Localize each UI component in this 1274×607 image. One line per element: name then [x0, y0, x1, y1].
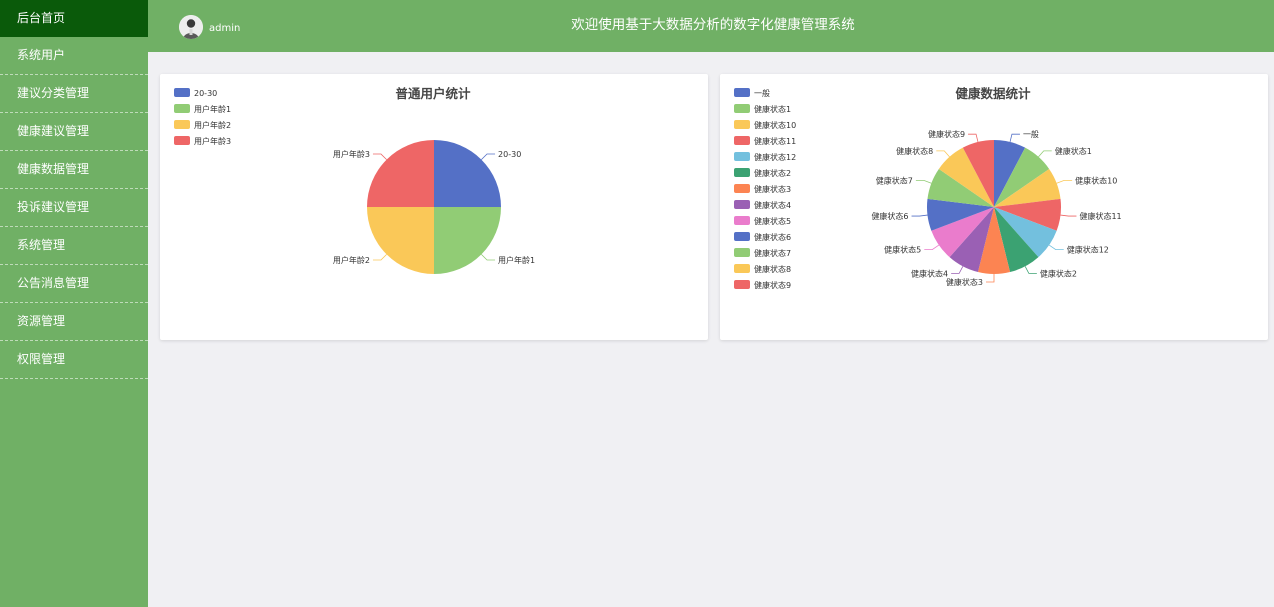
label-line	[481, 153, 496, 160]
legend-label[interactable]: 健康状态3	[754, 184, 791, 194]
label-line	[936, 150, 950, 158]
sidebar-item-3[interactable]: 健康建议管理	[0, 113, 148, 151]
slice-label: 健康状态8	[896, 146, 933, 156]
label-line	[372, 153, 387, 160]
legend-swatch[interactable]	[734, 168, 750, 177]
label-line	[924, 244, 940, 251]
sidebar: 后台首页 系统用户 建议分类管理 健康建议管理 健康数据管理 投诉建议管理 系统管理 公告消息…	[0, 0, 148, 607]
slice-label: 用户年龄1	[498, 255, 535, 265]
legend-swatch[interactable]	[734, 88, 750, 97]
label-line	[481, 254, 496, 261]
sidebar-item-4[interactable]: 健康数据管理	[0, 151, 148, 189]
slice-label: 健康状态9	[928, 129, 965, 139]
label-line	[951, 266, 964, 274]
legend-label[interactable]: 健康状态1	[754, 104, 791, 114]
legend-label[interactable]: 健康状态7	[754, 248, 791, 258]
label-line	[1024, 266, 1037, 274]
legend-swatch[interactable]	[734, 184, 750, 193]
sidebar-item-7[interactable]: 公告消息管理	[0, 265, 148, 303]
label-line	[1009, 133, 1020, 143]
label-line	[986, 274, 995, 283]
legend-label[interactable]: 20-30	[194, 89, 217, 98]
slice-label: 健康状态6	[871, 211, 908, 221]
slice-label: 健康状态11	[1079, 211, 1121, 221]
legend-swatch[interactable]	[174, 136, 190, 145]
legend-label[interactable]: 健康状态11	[754, 136, 796, 146]
label-line	[968, 133, 979, 143]
slice-label: 健康状态1	[1055, 146, 1092, 156]
sidebar-item-5[interactable]: 投诉建议管理	[0, 189, 148, 227]
user-stats-card: 普通用户统计 20-30 用户年龄1 用户年龄2 用户年龄3 20-30 用户年龄1 用户年龄…	[160, 74, 708, 340]
legend-swatch[interactable]	[734, 136, 750, 145]
slice-label: 20-30	[498, 150, 521, 159]
pie-slice[interactable]	[434, 207, 501, 274]
slice-label: 健康状态5	[884, 245, 921, 255]
sidebar-item-1[interactable]: 系统用户	[0, 37, 148, 75]
chart-title: 普通用户统计	[395, 86, 471, 101]
pie-slice[interactable]	[367, 207, 434, 274]
label-line	[1038, 150, 1052, 158]
legend-label[interactable]: 一般	[754, 88, 770, 98]
legend-swatch[interactable]	[734, 216, 750, 225]
legend-label[interactable]: 健康状态12	[754, 152, 796, 162]
legend-label[interactable]: 健康状态2	[754, 168, 791, 178]
legend-swatch[interactable]	[734, 280, 750, 289]
slice-label: 健康状态10	[1075, 175, 1117, 185]
legend-swatch[interactable]	[174, 88, 190, 97]
slice-label: 一般	[1023, 129, 1039, 139]
sidebar-item-2[interactable]: 建议分类管理	[0, 75, 148, 113]
sidebar-item-9[interactable]: 权限管理	[0, 341, 148, 379]
legend-swatch[interactable]	[734, 232, 750, 241]
slice-label: 健康状态12	[1067, 245, 1109, 255]
legend-swatch[interactable]	[734, 120, 750, 129]
label-line	[911, 214, 928, 217]
legend-swatch[interactable]	[734, 248, 750, 257]
legend-label[interactable]: 健康状态8	[754, 264, 791, 274]
pie-slice[interactable]	[434, 140, 501, 207]
legend-swatch[interactable]	[174, 104, 190, 113]
legend-swatch[interactable]	[734, 152, 750, 161]
chart-title: 健康数据统计	[955, 86, 1031, 101]
page-title: 欢迎使用基于大数据分析的数字化健康管理系统	[571, 17, 855, 33]
slice-label: 健康状态2	[1040, 268, 1077, 278]
top-header: admin 欢迎使用基于大数据分析的数字化健康管理系统	[148, 0, 1274, 52]
legend-label[interactable]: 用户年龄2	[194, 120, 231, 130]
legend-label[interactable]: 健康状态9	[754, 280, 791, 290]
health-stats-pie-chart: 健康数据统计一般健康状态1健康状态10健康状态11健康状态12健康状态2健康状态…	[734, 86, 1122, 290]
slice-label: 用户年龄3	[333, 149, 370, 159]
slice-label: 用户年龄2	[333, 255, 370, 265]
slice-label: 健康状态3	[946, 277, 983, 287]
pie-slice[interactable]	[367, 140, 434, 207]
slice-label: 健康状态4	[911, 268, 948, 278]
label-line	[1048, 244, 1064, 251]
label-line	[372, 254, 387, 261]
legend-swatch[interactable]	[174, 120, 190, 129]
legend-swatch[interactable]	[734, 264, 750, 273]
label-line	[1060, 214, 1077, 217]
sidebar-item-8[interactable]: 资源管理	[0, 303, 148, 341]
slice-label: 健康状态7	[876, 175, 913, 185]
legend-label[interactable]: 健康状态6	[754, 232, 791, 242]
user-stats-pie-chart: 普通用户统计 20-30 用户年龄1 用户年龄2 用户年龄3 20-30 用户年龄1 用户年龄…	[174, 86, 535, 274]
legend-swatch[interactable]	[734, 104, 750, 113]
legend-label[interactable]: 健康状态4	[754, 200, 791, 210]
health-stats-card: 健康数据统计 一般 健康状态1 健康状态10 健康状态11 健康状态12 健康状态2 健康状态…	[720, 74, 1268, 340]
legend-label[interactable]: 用户年龄3	[194, 136, 231, 146]
label-line	[915, 180, 932, 184]
sidebar-item-0[interactable]: 后台首页	[0, 0, 148, 37]
legend-label[interactable]: 健康状态10	[754, 120, 796, 130]
legend-swatch[interactable]	[734, 200, 750, 209]
legend-label[interactable]: 用户年龄1	[194, 104, 231, 114]
label-line	[1056, 180, 1073, 184]
legend-label[interactable]: 健康状态5	[754, 216, 791, 226]
sidebar-item-6[interactable]: 系统管理	[0, 227, 148, 265]
